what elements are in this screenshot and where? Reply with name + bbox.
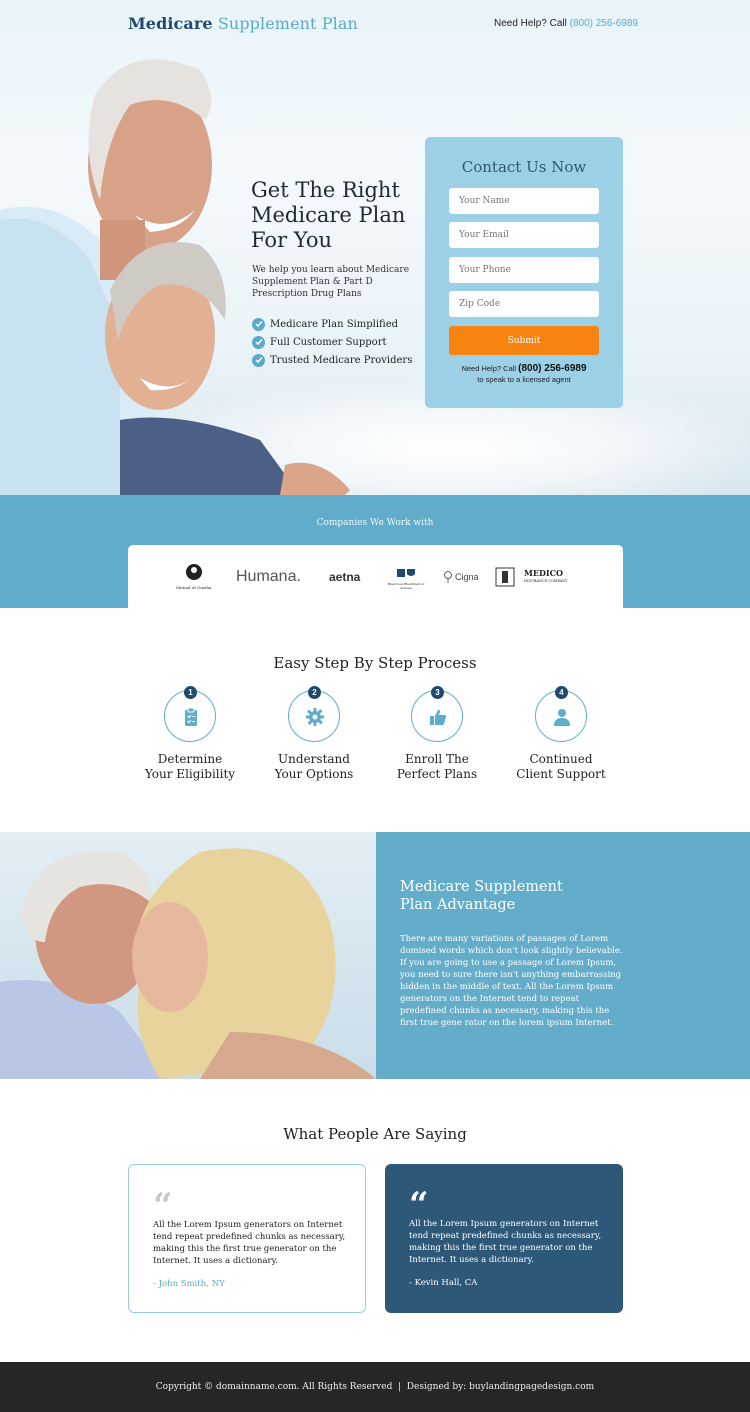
contact-form: Contact Us Now Submit Need Help? Call (8… (425, 137, 623, 408)
advantage-section: Medicare Supplement Plan Advantage There … (376, 832, 750, 1079)
form-help-note: Need Help? Call (800) 256-6989 to speak … (425, 363, 623, 385)
clipboard-icon (185, 707, 197, 726)
email-field[interactable] (449, 222, 599, 248)
thumbs-up-icon (430, 709, 447, 725)
partner-logo-strip: Mutual of Omaha Humana. aetna BlueCross … (128, 545, 623, 608)
advantage-body: There are many variations of passages of… (400, 934, 623, 1028)
help-prefix: Need Help? Call (494, 18, 570, 29)
quote-icon: “ (153, 1186, 173, 1226)
note-suffix: to speak to a licensed agent (477, 375, 571, 384)
advantage-couple-photo (0, 832, 376, 1079)
testimonial-card: “ All the Lorem Ipsum generators on Inte… (385, 1164, 623, 1313)
brand-logo[interactable]: Medicare Supplement Plan (128, 14, 358, 33)
benefit-label: Medicare Plan Simplified (270, 318, 399, 330)
process-step: 1 Determine Your Eligibility (120, 686, 260, 782)
step-label: Determine Your Eligibility (144, 752, 236, 781)
testimonial-author: - John Smith, NY (153, 1279, 225, 1289)
header-help-call: Need Help? Call (800) 256-6989 (494, 18, 638, 29)
process-title: Easy Step By Step Process (273, 654, 477, 672)
step-circle: 2 (288, 686, 340, 742)
medico-logo: MEDICO INSURANCE COMPANY (494, 545, 567, 608)
phone-field[interactable] (449, 257, 599, 283)
footer-copyright: Copyright © domainname.com. All Rights R… (155, 1382, 595, 1392)
mutual-of-omaha-logo: Mutual of Omaha (176, 545, 211, 608)
bluecross-blueshield-logo: BlueCross BlueShield of Arizona (386, 545, 426, 608)
benefit-label: Trusted Medicare Providers (270, 354, 413, 366)
testimonial-text: All the Lorem Ipsum generators on Intern… (153, 1220, 346, 1266)
check-circle-icon (252, 317, 265, 331)
companies-section: Companies We Work with Mutual of Omaha H… (0, 495, 750, 608)
benefit-item: Full Customer Support (252, 333, 412, 351)
header-phone-link[interactable]: (800) 256-6989 (570, 18, 638, 29)
process-step: 2 Understand Your Options (244, 686, 384, 782)
check-circle-icon (252, 353, 265, 367)
humana-logo: Humana. (236, 567, 301, 585)
brand-light: Supplement Plan (212, 14, 358, 33)
hero-headline: Get The Right Medicare Plan For You (251, 178, 406, 252)
form-phone-link[interactable]: (800) 256-6989 (518, 363, 586, 374)
hero-section: Medicare Supplement Plan Need Help? Call… (0, 0, 750, 495)
benefit-label: Full Customer Support (270, 336, 387, 348)
zip-code-field[interactable] (449, 291, 599, 317)
note-prefix: Need Help? Call (461, 364, 519, 373)
footer: Copyright © domainname.com. All Rights R… (0, 1362, 750, 1412)
testimonial-card: “ All the Lorem Ipsum generators on Inte… (128, 1164, 366, 1313)
step-label: Enroll The Perfect Plans (396, 752, 478, 781)
testimonial-author: - Kevin Hall, CA (409, 1278, 478, 1288)
step-number-badge: 1 (184, 686, 197, 699)
cigna-logo: Cigna (443, 545, 479, 608)
advantage-title: Medicare Supplement Plan Advantage (400, 879, 563, 913)
process-step: 3 Enroll The Perfect Plans (367, 686, 507, 782)
check-circle-icon (252, 335, 265, 349)
step-circle: 4 (535, 686, 587, 742)
submit-button[interactable]: Submit (449, 326, 599, 355)
step-number-badge: 4 (555, 686, 568, 699)
quote-icon: “ (409, 1185, 429, 1225)
step-circle: 3 (411, 686, 463, 742)
step-circle: 1 (164, 686, 216, 742)
form-title: Contact Us Now (461, 158, 587, 176)
benefit-item: Trusted Medicare Providers (252, 351, 412, 369)
testimonials-title: What People Are Saying (283, 1125, 467, 1143)
benefit-item: Medicare Plan Simplified (252, 315, 412, 333)
hero-subtext: We help you learn about Medicare Supplem… (252, 265, 410, 299)
aetna-logo: aetna (329, 569, 361, 584)
step-label: Understand Your Options (274, 752, 354, 781)
companies-label: Companies We Work with (316, 518, 434, 528)
name-field[interactable] (449, 188, 599, 214)
brand-bold: Medicare (128, 14, 213, 33)
process-step: 4 Continued Client Support (491, 686, 631, 782)
step-number-badge: 3 (431, 686, 444, 699)
testimonial-text: All the Lorem Ipsum generators on Intern… (409, 1219, 602, 1265)
hero-benefit-list: Medicare Plan Simplified Full Customer S… (252, 315, 412, 369)
gear-icon (306, 708, 324, 726)
user-icon (554, 709, 570, 726)
step-number-badge: 2 (308, 686, 321, 699)
step-label: Continued Client Support (516, 752, 606, 781)
